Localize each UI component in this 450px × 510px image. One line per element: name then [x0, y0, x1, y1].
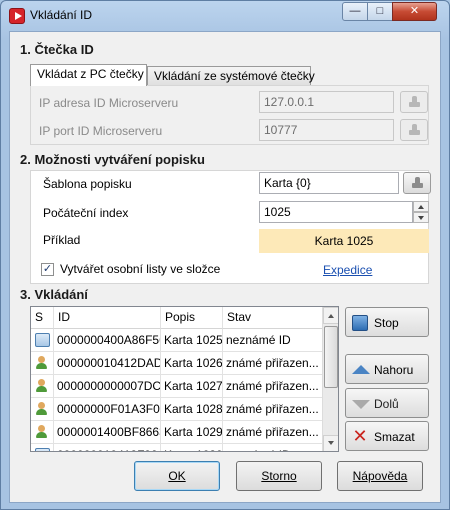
row-id: 000000010412DAD3	[54, 352, 161, 375]
close-button[interactable]: ✕	[392, 2, 437, 21]
arrow-up-icon	[352, 362, 370, 378]
start-index-stepper[interactable]	[413, 201, 429, 223]
template-label: Šablona popisku	[43, 177, 132, 191]
stamp-icon	[409, 124, 420, 136]
column-header-stav[interactable]: Stav	[223, 307, 323, 329]
row-popis: Karta 1025	[161, 329, 223, 352]
ip-address-label: IP adresa ID Microserveru	[39, 96, 179, 110]
row-popis: Karta 1027	[161, 375, 223, 398]
row-id: 00000000F01A3F000	[54, 398, 161, 421]
help-label: Nápověda	[352, 469, 408, 483]
move-up-button[interactable]: Nahoru	[345, 354, 429, 384]
column-header-s[interactable]: S	[31, 307, 54, 329]
row-stav: neznámé ID	[223, 329, 323, 352]
user-icon	[35, 379, 50, 393]
inserting-heading: 3. Vkládání	[20, 287, 88, 302]
tab-pc-reader[interactable]: Vkládat z PC čtečky	[30, 64, 147, 86]
cancel-label: Storno	[261, 469, 297, 483]
row-popis: Karta 1026	[161, 352, 223, 375]
row-stav: známé přiřazen...	[223, 398, 323, 421]
column-header-id[interactable]: ID	[54, 307, 161, 329]
row-stav: neznámé ID	[223, 444, 323, 451]
options-panel: Šablona popisku Karta {0} Počáteční inde…	[30, 170, 431, 284]
stop-icon	[352, 315, 368, 331]
app-icon	[9, 8, 25, 24]
dialog-window: Vkládání ID — □ ✕ 1. Čtečka ID Vkládat z…	[0, 0, 450, 510]
row-id: 000000010412F99A	[54, 444, 161, 451]
delete-button[interactable]: ✕ Smazat	[345, 421, 429, 451]
ok-button[interactable]: OK	[134, 461, 220, 491]
template-pick-button[interactable]	[403, 172, 431, 194]
scroll-up-icon[interactable]	[323, 307, 338, 324]
personal-sheets-checkbox[interactable]: ✓	[41, 263, 54, 276]
ip-port-field[interactable]: 10777	[259, 119, 394, 141]
stop-button[interactable]: Stop	[345, 307, 429, 337]
move-down-button[interactable]: Dolů	[345, 388, 429, 418]
example-label: Příklad	[43, 233, 81, 247]
move-up-label: Nahoru	[374, 363, 414, 377]
row-stav: známé přiřazen...	[223, 421, 323, 444]
stop-label: Stop	[374, 316, 399, 330]
row-stav: známé přiřazen...	[223, 352, 323, 375]
id-table[interactable]: S ID Popis Stav 0000000400A86F56 Karta 1…	[30, 306, 339, 452]
window-title: Vkládání ID	[30, 8, 93, 22]
ip-address-field[interactable]: 127.0.0.1	[259, 91, 394, 113]
scroll-thumb[interactable]	[324, 326, 338, 388]
stamp-icon	[409, 96, 420, 108]
user-icon	[35, 402, 50, 416]
card-icon	[35, 448, 50, 451]
row-popis: Karta 1028	[161, 398, 223, 421]
ok-label: OK	[168, 469, 186, 483]
maximize-button[interactable]: □	[367, 2, 393, 21]
minimize-button[interactable]: —	[342, 2, 368, 21]
start-index-label: Počáteční index	[43, 206, 129, 220]
stamp-icon	[412, 177, 423, 189]
title-bar[interactable]: Vkládání ID — □ ✕	[1, 1, 449, 29]
table-scrollbar[interactable]	[322, 307, 338, 451]
reader-tab-panel: IP adresa ID Microserveru 127.0.0.1 IP p…	[30, 85, 429, 145]
ip-port-pick-button[interactable]	[400, 119, 428, 141]
user-icon	[35, 356, 50, 370]
personal-sheets-label: Vytvářet osobní listy ve složce	[60, 262, 221, 276]
tab-system-reader[interactable]: Vkládání ze systémové čtečky	[147, 66, 315, 86]
help-button[interactable]: Nápověda	[337, 461, 423, 491]
column-header-popis[interactable]: Popis	[161, 307, 223, 329]
move-down-label: Dolů	[374, 397, 399, 411]
template-input[interactable]: Karta {0}	[259, 172, 399, 194]
row-popis: Karta 1029	[161, 421, 223, 444]
row-popis: Karta 1030	[161, 444, 223, 451]
card-icon	[35, 333, 50, 347]
options-heading: 2. Možnosti vytváření popisku	[20, 152, 205, 167]
cancel-button[interactable]: Storno	[236, 461, 322, 491]
delete-label: Smazat	[374, 430, 415, 444]
arrow-down-icon	[352, 396, 370, 412]
stepper-down-icon[interactable]	[413, 212, 429, 223]
scroll-down-icon[interactable]	[323, 435, 338, 451]
ip-port-label: IP port ID Microserveru	[39, 124, 163, 138]
start-index-input[interactable]: 1025	[259, 201, 413, 223]
ip-address-pick-button[interactable]	[400, 91, 428, 113]
delete-x-icon: ✕	[352, 426, 368, 446]
row-id: 0000000000007DC9	[54, 375, 161, 398]
reader-heading: 1. Čtečka ID	[20, 42, 94, 57]
example-value: Karta 1025	[259, 229, 429, 253]
stepper-up-icon[interactable]	[413, 201, 429, 212]
row-stav: známé přiřazen...	[223, 375, 323, 398]
folder-link[interactable]: Expedice	[323, 263, 372, 277]
row-id: 0000001400BF8663	[54, 421, 161, 444]
dialog-client: 1. Čtečka ID Vkládat z PC čtečky Vkládán…	[9, 31, 441, 503]
user-icon	[35, 425, 50, 439]
row-id: 0000000400A86F56	[54, 329, 161, 352]
